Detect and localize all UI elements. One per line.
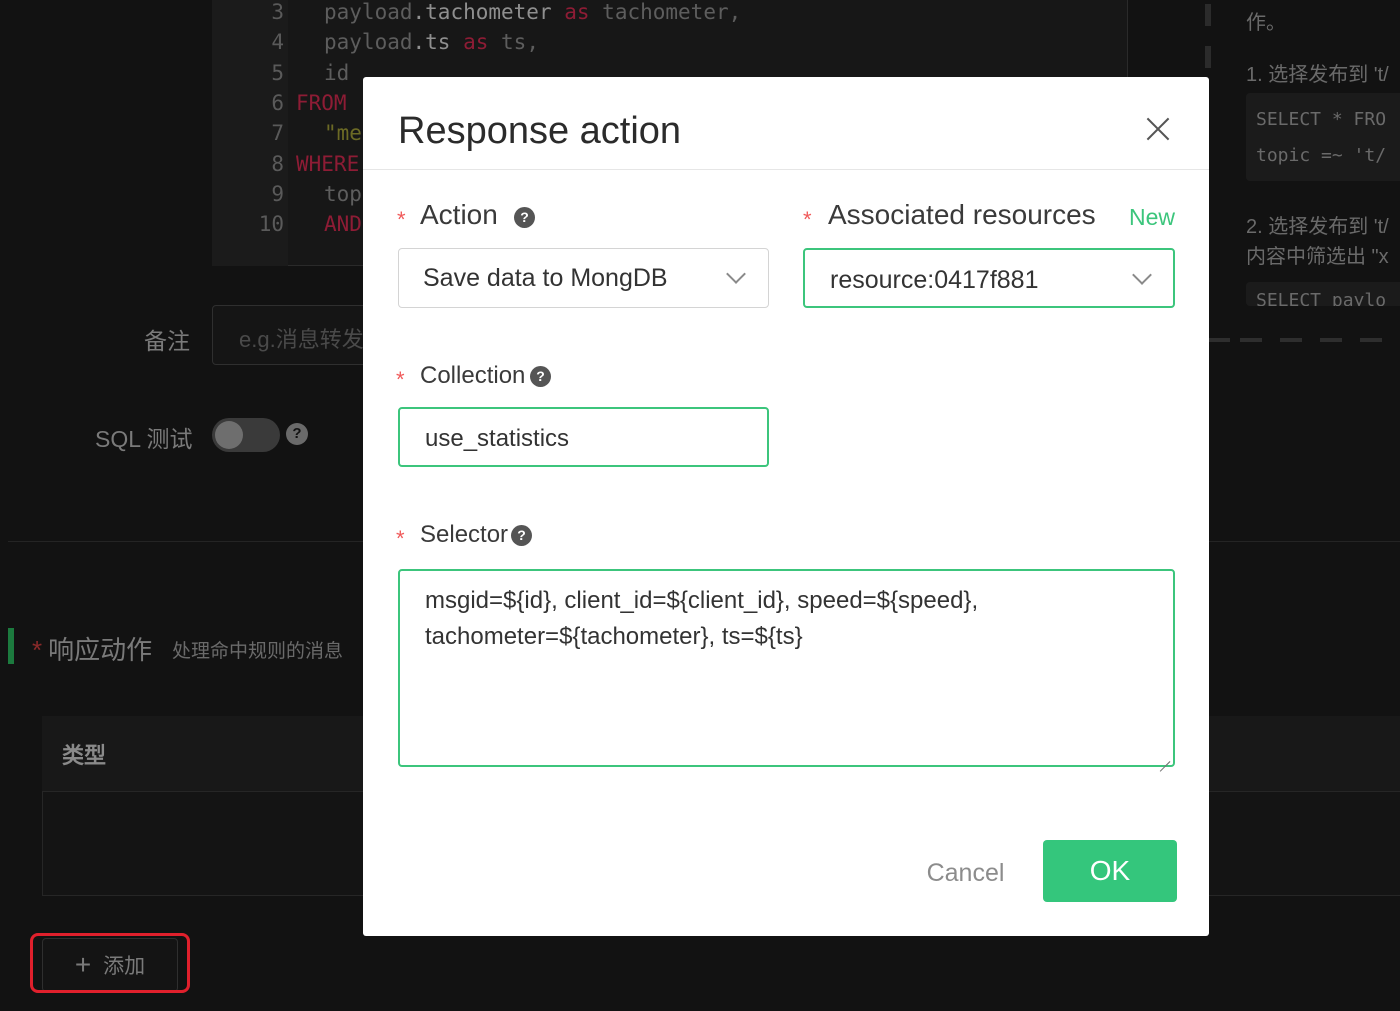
line-number: 8 (271, 151, 284, 176)
resize-handle-icon[interactable] (1158, 750, 1170, 762)
action-select-value: Save data to MongDB (423, 264, 668, 292)
code-token: AND (324, 212, 362, 237)
highlight-box (30, 933, 190, 993)
line-number: 6 (271, 90, 284, 115)
code-line: top (324, 179, 362, 209)
code-line: id (324, 58, 349, 88)
code-token: payload (324, 30, 413, 55)
selector-help-icon[interactable]: ? (511, 525, 532, 546)
line-number: 9 (271, 181, 284, 206)
code-token: FROM (296, 90, 347, 115)
code-line: AND (324, 209, 362, 239)
toggle-knob (215, 421, 243, 449)
table-header-type: 类型 (62, 743, 107, 768)
code-token: top (324, 181, 362, 206)
code-line: payload.tachometer as tachometer, (324, 0, 741, 27)
code-token: as (564, 0, 590, 24)
code-line: FROM (296, 88, 347, 118)
selector-textarea-value: msgid=${id}, client_id=${client_id}, spe… (425, 587, 979, 650)
help-text-line: 内容中筛选出 "x (1246, 246, 1389, 268)
selector-label: Selector (420, 521, 509, 548)
required-star: * (32, 635, 43, 665)
chevron-down-icon (1132, 265, 1152, 285)
collection-help-icon[interactable]: ? (530, 366, 551, 387)
collection-label: Collection (420, 362, 526, 389)
close-icon[interactable] (1146, 117, 1170, 141)
dashed-divider (1240, 338, 1262, 342)
code-token: as (463, 30, 489, 55)
resources-select[interactable]: resource:0417f881 (803, 248, 1175, 308)
help-code-line: SELECT * FRO (1256, 109, 1387, 130)
line-number: 7 (271, 121, 284, 146)
required-mark: * (803, 207, 812, 232)
code-token: ts, (488, 30, 539, 55)
cancel-button[interactable]: Cancel (908, 843, 1023, 903)
action-select[interactable]: Save data to MongDB (398, 248, 769, 308)
help-code-block: SELECT * FRO topic =~ 't/ (1246, 93, 1400, 181)
new-resource-link[interactable]: New (1129, 204, 1175, 231)
required-mark: * (396, 367, 405, 392)
sql-test-label: SQL 测试 (95, 426, 193, 452)
response-action-dialog: Response action * Action ? Save data to … (363, 77, 1209, 936)
dashed-divider (1320, 338, 1342, 342)
code-line: "me (324, 118, 362, 148)
help-text-line: 1. 选择发布到 't/ (1246, 64, 1389, 86)
section-title: * 响应动作 (32, 630, 152, 667)
dialog-title: Response action (398, 110, 682, 152)
help-text-line: 作。 (1246, 12, 1286, 34)
action-label: Action (420, 199, 498, 230)
line-number: 4 (271, 30, 284, 55)
collection-input[interactable]: use_statistics (398, 407, 769, 467)
dashed-divider (1360, 338, 1382, 342)
section-title-text: 响应动作 (48, 635, 153, 665)
code-token: .ts (412, 30, 464, 55)
line-number: 10 (258, 212, 284, 237)
sql-test-toggle[interactable] (212, 418, 280, 452)
dashed-divider (1208, 338, 1230, 342)
section-subtitle: 处理命中规则的消息 (172, 641, 344, 662)
collection-input-value: use_statistics (425, 425, 570, 452)
help-panel-rail (1205, 46, 1211, 68)
help-code-block: SELECT paylo (1246, 282, 1400, 306)
dialog-header: Response action (363, 77, 1209, 170)
section-accent-bar (8, 628, 14, 664)
code-token: id (324, 60, 350, 85)
help-panel-rail (1205, 4, 1211, 26)
resources-label: Associated resources (828, 199, 1096, 230)
dashed-divider (1280, 338, 1302, 342)
line-number: 5 (271, 60, 284, 85)
required-mark: * (397, 207, 406, 232)
help-code-line: topic =~ 't/ (1256, 145, 1387, 166)
action-help-icon[interactable]: ? (514, 207, 535, 228)
code-token: "me (324, 121, 362, 146)
code-token: tachometer, (589, 0, 742, 24)
help-text-line: 2. 选择发布到 't/ (1246, 216, 1389, 238)
help-code-line: SELECT paylo (1256, 290, 1387, 306)
remark-label: 备注 (144, 328, 190, 354)
required-mark: * (396, 526, 405, 551)
code-token: payload (324, 0, 413, 24)
sql-test-help-icon[interactable]: ? (286, 423, 308, 445)
ok-button[interactable]: OK (1043, 840, 1177, 902)
selector-textarea[interactable]: msgid=${id}, client_id=${client_id}, spe… (398, 569, 1175, 767)
chevron-down-icon (726, 264, 746, 284)
code-line: WHERE (296, 149, 359, 179)
code-token: .tachometer (412, 0, 565, 24)
line-number: 3 (271, 0, 284, 24)
resources-select-value: resource:0417f881 (830, 266, 1039, 294)
remark-placeholder: e.g.消息转发 (239, 327, 364, 352)
code-line: payload.ts as ts, (324, 27, 539, 57)
code-token: WHERE (296, 151, 360, 176)
